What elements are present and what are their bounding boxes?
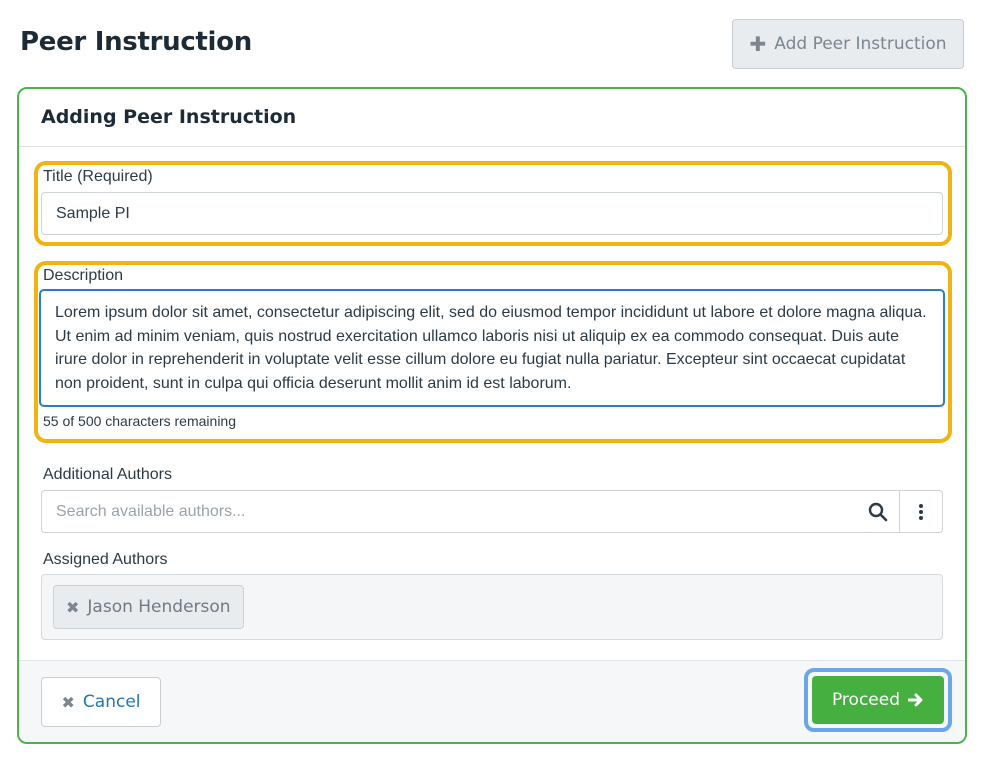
description-text: Lorem ipsum dolor sit amet, consectetur …: [55, 304, 927, 392]
cancel-label: Cancel: [82, 692, 141, 712]
proceed-button-highlight: Proceed: [804, 668, 952, 732]
page-title: Peer Instruction: [20, 27, 252, 57]
title-label: Title (Required): [43, 168, 153, 185]
arrow-right-icon: [908, 693, 923, 707]
search-divider: [899, 491, 900, 532]
proceed-label: Proceed: [831, 690, 901, 710]
card-header: Adding Peer Instruction: [19, 89, 965, 147]
description-textarea[interactable]: Lorem ipsum dolor sit amet, consectetur …: [39, 289, 945, 407]
cancel-button[interactable]: ✖ Cancel: [41, 677, 161, 727]
close-icon: ✖: [61, 692, 75, 712]
character-counter: 55 of 500 characters remaining: [43, 413, 236, 429]
assigned-authors-list: ✖ Jason Henderson: [41, 574, 943, 640]
card-title: Adding Peer Instruction: [41, 106, 297, 128]
close-icon[interactable]: ✖: [66, 598, 79, 617]
plus-icon: ✚: [749, 32, 767, 56]
title-input[interactable]: Sample PI: [41, 192, 943, 235]
card-footer: ✖ Cancel Proceed: [19, 660, 965, 742]
author-search-input[interactable]: Search available authors...: [56, 491, 836, 532]
assigned-authors-label: Assigned Authors: [43, 551, 168, 568]
author-search-group: Search available authors...: [41, 490, 943, 533]
title-input-value: Sample PI: [56, 204, 130, 222]
description-label: Description: [43, 267, 124, 284]
vertical-dots-icon[interactable]: [918, 503, 924, 521]
additional-authors-label: Additional Authors: [43, 466, 172, 483]
search-icon[interactable]: [868, 502, 888, 522]
author-chip-name: Jason Henderson: [87, 597, 231, 617]
adding-peer-instruction-card: Adding Peer Instruction Title (Required)…: [17, 87, 967, 744]
proceed-button[interactable]: Proceed: [812, 676, 944, 724]
author-chip[interactable]: ✖ Jason Henderson: [53, 585, 244, 629]
add-peer-instruction-label: Add Peer Instruction: [774, 34, 947, 54]
add-peer-instruction-button[interactable]: ✚ Add Peer Instruction: [732, 19, 964, 69]
